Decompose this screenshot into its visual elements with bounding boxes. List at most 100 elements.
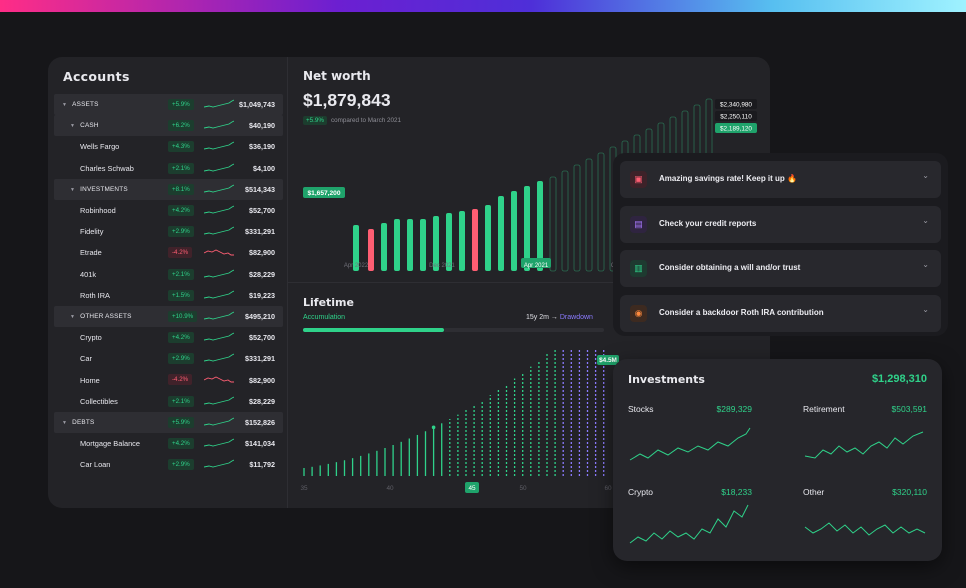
account-name-text: Collectibles — [80, 396, 118, 406]
account-name: Collectibles — [80, 397, 118, 406]
sparkline — [204, 226, 234, 235]
svg-text:$2,189,120: $2,189,120 — [720, 126, 752, 133]
account-group-row[interactable]: ▼ CASH +6.2% $40,190 — [54, 115, 283, 137]
account-row[interactable]: Crypto +4.2% $52,700 — [54, 327, 283, 348]
suggestion-item[interactable]: ▥ Consider obtaining a will and/or trust ⌄ — [620, 250, 941, 287]
account-name: Home — [80, 376, 100, 385]
net-worth-bar — [472, 209, 478, 271]
accounts-list: ▼ ASSETS +5.9% $1,049,743 ▼ CASH +6.2% $40,190 W… — [54, 94, 283, 475]
lifetime-x-tick: 45 — [468, 485, 476, 492]
lifetime-x-tick: 35 — [300, 485, 308, 492]
sparkline — [204, 249, 234, 256]
account-group-row[interactable]: ▼ DEBTS +5.9% $152,826 — [54, 411, 283, 433]
chevron-down-icon[interactable]: ▼ — [70, 314, 75, 320]
account-row[interactable]: Fidelity +2.9% $331,291 — [54, 221, 283, 242]
account-name-text: OTHER ASSETS — [80, 312, 132, 320]
account-group-row[interactable]: ▼ INVESTMENTS +8.1% $514,343 — [54, 178, 283, 200]
change-badge: +1.5% — [168, 289, 194, 301]
account-name: ▼ CASH — [70, 122, 99, 129]
account-name: Etrade — [80, 248, 102, 257]
chevron-down-icon[interactable]: ⌄ — [922, 260, 929, 269]
investment-name: Retirement — [803, 404, 845, 414]
account-value: $4,100 — [253, 163, 275, 173]
chevron-down-icon[interactable]: ⌄ — [922, 305, 929, 314]
account-value: $1,049,743 — [239, 100, 275, 110]
sparkline — [204, 396, 234, 405]
account-row[interactable]: Mortgage Balance +4.2% $141,034 — [54, 433, 283, 454]
account-name-text: Roth IRA — [80, 290, 110, 300]
chevron-down-icon[interactable]: ▼ — [62, 102, 67, 108]
account-name: ▼ ASSETS — [62, 101, 99, 108]
account-row[interactable]: 401k +2.1% $28,229 — [54, 264, 283, 285]
chevron-down-icon[interactable]: ▼ — [62, 420, 67, 426]
account-name-text: Car Loan — [80, 460, 111, 470]
account-row[interactable]: Charles Schwab +2.1% $4,100 — [54, 158, 283, 179]
chevron-down-icon[interactable]: ▼ — [70, 187, 75, 193]
account-name-text: Robinhood — [80, 206, 116, 216]
account-row[interactable]: Collectibles +2.1% $28,229 — [54, 391, 283, 412]
account-name-text: Charles Schwab — [80, 163, 134, 173]
investment-sparkline — [804, 522, 926, 536]
account-row[interactable]: Robinhood +4.2% $52,700 — [54, 200, 283, 221]
change-badge: +2.1% — [168, 162, 194, 174]
account-row[interactable]: Car Loan +2.9% $11,792 — [54, 454, 283, 475]
suggestion-item[interactable]: ◉ Consider a backdoor Roth IRA contributi… — [620, 294, 941, 332]
sparkline — [204, 459, 234, 468]
account-value: $52,700 — [249, 206, 275, 216]
change-badge: -4.2% — [168, 247, 193, 259]
sparkline — [204, 376, 234, 383]
sparkline — [204, 269, 234, 277]
net-worth-bar — [394, 219, 400, 271]
account-row[interactable]: Etrade -4.2% $82,900 — [54, 242, 283, 263]
net-worth-bar — [459, 211, 465, 271]
account-name: 401k — [80, 270, 96, 279]
account-name-text: Car — [80, 354, 92, 364]
investment-value: $18,233 — [721, 487, 752, 497]
change-badge: +5.9% — [168, 99, 194, 110]
account-row[interactable]: Wells Fargo +4.3% $36,190 — [54, 136, 283, 157]
svg-text:$2,340,980: $2,340,980 — [720, 102, 752, 109]
chevron-down-icon[interactable]: ▼ — [70, 123, 75, 129]
net-worth-bar — [381, 223, 387, 271]
accumulation-label: Accumulation — [303, 314, 346, 321]
account-group-row[interactable]: ▼ ASSETS +5.9% $1,049,743 — [54, 94, 283, 116]
report-icon: ▤ — [630, 215, 647, 233]
account-value: $11,792 — [249, 460, 275, 470]
money-icon: ◉ — [630, 304, 647, 322]
account-value: $82,900 — [249, 375, 275, 385]
sparkline — [204, 99, 234, 108]
current-point — [431, 425, 436, 430]
suggestion-item[interactable]: ▤ Check your credit reports ⌄ — [620, 205, 941, 243]
account-row[interactable]: Home -4.2% $82,900 — [54, 369, 283, 390]
account-row[interactable]: Car +2.9% $331,291 — [54, 348, 283, 369]
change-badge: +4.2% — [168, 332, 194, 344]
briefcase-icon: ▥ — [630, 260, 647, 277]
sparkline — [204, 163, 234, 172]
suggestion-label: Consider obtaining a will and/or trust — [659, 263, 801, 272]
account-row[interactable]: Roth IRA +1.5% $19,223 — [54, 285, 283, 306]
account-name-text: Fidelity — [80, 227, 104, 237]
net-worth-bar — [498, 196, 504, 271]
sparkline — [204, 205, 234, 214]
svg-text:$1,657,200: $1,657,200 — [307, 190, 340, 197]
account-name: Wells Fargo — [80, 142, 119, 151]
net-worth-bar — [407, 219, 413, 271]
account-name-text: ASSETS — [72, 101, 99, 109]
change-badge: +4.3% — [168, 141, 194, 153]
account-name: Robinhood — [80, 206, 116, 215]
account-name-text: Home — [80, 375, 100, 385]
investments-total: $1,298,310 — [871, 373, 927, 385]
suggestion-item[interactable]: ▣ Amazing savings rate! Keep it up 🔥 ⌄ — [620, 161, 941, 198]
net-worth-bar — [511, 191, 517, 271]
investment-name: Other — [803, 487, 825, 497]
chevron-down-icon[interactable]: ⌄ — [922, 171, 929, 180]
change-badge: +2.9% — [168, 226, 194, 238]
account-value: $331,291 — [245, 354, 275, 364]
suggestion-label: Check your credit reports — [659, 218, 757, 228]
net-worth-start-label: $1,657,200 — [303, 187, 345, 198]
account-name-text: DEBTS — [72, 418, 95, 426]
suggestion-label: Amazing savings rate! Keep it up 🔥 — [659, 174, 797, 183]
investment-name: Stocks — [628, 404, 654, 414]
chevron-down-icon[interactable]: ⌄ — [922, 216, 929, 225]
account-group-row[interactable]: ▼ OTHER ASSETS +10.9% $495,210 — [54, 305, 283, 328]
